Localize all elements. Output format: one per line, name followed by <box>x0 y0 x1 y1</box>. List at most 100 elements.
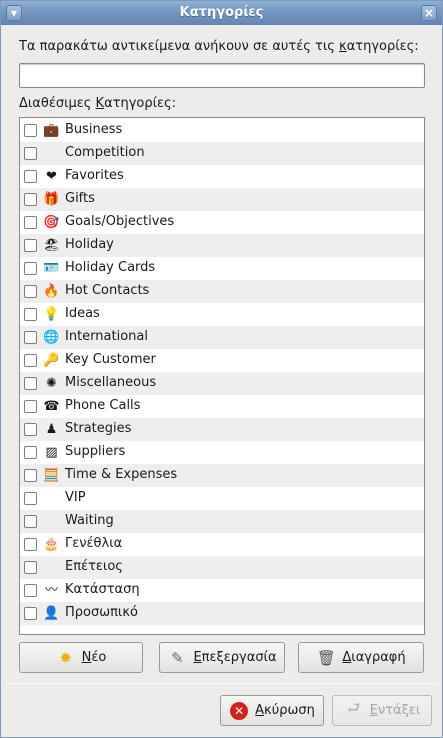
separator <box>5 683 438 684</box>
category-row[interactable]: ♟ Strategies <box>20 418 424 441</box>
edit-icon: ✎ <box>171 648 184 667</box>
ok-button[interactable]: ⮐ Εντάξει <box>332 695 432 726</box>
delete-button[interactable]: 🗑 Διαγραφή <box>298 642 424 673</box>
flame-icon: 🔥 <box>43 284 60 299</box>
calculator-icon: 🧮 <box>43 468 60 483</box>
category-row[interactable]: Competition <box>20 142 424 165</box>
lightbulb-icon: 💡 <box>43 307 60 322</box>
category-checkbox[interactable] <box>24 147 37 160</box>
category-checkbox[interactable] <box>24 515 37 528</box>
category-label: Holiday Cards <box>65 260 156 275</box>
new-button[interactable]: ✸ Νέο <box>19 642 143 673</box>
category-checkbox[interactable] <box>24 584 37 597</box>
category-row[interactable]: 🌐 International <box>20 326 424 349</box>
category-label: Waiting <box>65 513 114 528</box>
category-checkbox[interactable] <box>24 607 37 620</box>
cancel-icon: ✕ <box>229 701 249 721</box>
category-checkbox[interactable] <box>24 446 37 459</box>
category-checkbox[interactable] <box>24 193 37 206</box>
category-checkbox[interactable] <box>24 331 37 344</box>
globe-icon: 🌐 <box>43 330 60 345</box>
briefcase-icon: 💼 <box>43 123 60 138</box>
assigned-categories-label: Τα παρακάτω αντικείμενα ανήκουν σε αυτές… <box>19 39 419 54</box>
category-checkbox[interactable] <box>24 262 37 275</box>
category-label: Key Customer <box>65 352 156 367</box>
category-label: Hot Contacts <box>65 283 150 298</box>
cancel-button[interactable]: ✕ Ακύρωση <box>220 695 324 726</box>
category-checkbox[interactable] <box>24 469 37 482</box>
category-row[interactable]: 🪪 Holiday Cards <box>20 257 424 280</box>
category-checkbox[interactable] <box>24 124 37 137</box>
trash-icon: 🗑 <box>316 648 336 667</box>
ok-button-label: Εντάξει <box>369 703 421 718</box>
categories-dialog: ▾ Κατηγορίες × Τα παρακάτω αντικείμενα α… <box>0 0 443 738</box>
category-label: Time & Expenses <box>65 467 178 482</box>
category-label: Goals/Objectives <box>65 214 175 229</box>
category-row[interactable]: 💡 Ideas <box>20 303 424 326</box>
edit-button-label: Επεξεργασία <box>193 650 277 665</box>
category-checkbox[interactable] <box>24 308 37 321</box>
person-icon: 👤 <box>43 606 60 621</box>
category-label: Προσωπικό <box>65 605 138 620</box>
category-label: Strategies <box>65 421 132 436</box>
category-row[interactable]: 🎂 Γενέθλια <box>20 533 424 556</box>
categories-entry[interactable] <box>19 63 425 88</box>
category-checkbox[interactable] <box>24 538 37 551</box>
category-row[interactable]: ▨ Suppliers <box>20 441 424 464</box>
chess-piece-icon: ♟ <box>45 422 58 437</box>
category-row[interactable]: 🎯 Goals/Objectives <box>20 211 424 234</box>
heart-icon: ❤ <box>46 169 57 184</box>
gift-icon: 🎁 <box>43 192 60 207</box>
category-label: Holiday <box>65 237 114 252</box>
category-checkbox[interactable] <box>24 400 37 413</box>
category-row[interactable]: 🏖 Holiday <box>20 234 424 257</box>
category-row[interactable]: ❤ Favorites <box>20 165 424 188</box>
categories-list[interactable]: 💼 Business Competition ❤ Favorites 🎁 Gifts 🎯 Goa… <box>19 117 425 635</box>
delete-button-label: Διαγραφή <box>342 650 406 665</box>
category-label: Ideas <box>65 306 100 321</box>
category-label: Gifts <box>65 191 95 206</box>
new-category-icon: ✸ <box>59 648 72 667</box>
category-checkbox[interactable] <box>24 423 37 436</box>
category-label: Phone Calls <box>65 398 141 413</box>
title-bar[interactable]: ▾ Κατηγορίες × <box>1 1 442 25</box>
category-row[interactable]: 🎁 Gifts <box>20 188 424 211</box>
category-label: International <box>65 329 148 344</box>
category-label: Suppliers <box>65 444 126 459</box>
category-checkbox[interactable] <box>24 285 37 298</box>
crate-icon: ▨ <box>45 445 58 460</box>
cake-icon: 🎂 <box>43 537 60 552</box>
category-row[interactable]: 🔑 Key Customer <box>20 349 424 372</box>
category-row[interactable]: 💼 Business <box>20 119 424 142</box>
card-icon: 🪪 <box>43 261 60 276</box>
category-label: Business <box>65 122 123 137</box>
category-row[interactable]: 🔥 Hot Contacts <box>20 280 424 303</box>
close-button[interactable]: × <box>421 5 437 21</box>
pulse-icon: 〰 <box>44 583 58 598</box>
category-row[interactable]: 〰 Κατάσταση <box>20 579 424 602</box>
edit-button[interactable]: ✎ Επεξεργασία <box>159 642 285 673</box>
category-label: Επέτειος <box>65 559 123 574</box>
category-checkbox[interactable] <box>24 561 37 574</box>
category-row[interactable]: 👤 Προσωπικό <box>20 602 424 625</box>
category-checkbox[interactable] <box>24 377 37 390</box>
category-row[interactable]: Επέτειος <box>20 556 424 579</box>
window-menu-button[interactable]: ▾ <box>6 5 22 21</box>
target-icon: 🎯 <box>43 215 60 230</box>
window-title: Κατηγορίες <box>179 5 264 20</box>
category-label: Favorites <box>65 168 124 183</box>
category-row[interactable]: Waiting <box>20 510 424 533</box>
category-checkbox[interactable] <box>24 216 37 229</box>
category-checkbox[interactable] <box>24 170 37 183</box>
category-checkbox[interactable] <box>24 492 37 505</box>
holiday-icon: 🏖 <box>43 238 60 253</box>
category-row[interactable]: 🧮 Time & Expenses <box>20 464 424 487</box>
category-row[interactable]: ☎ Phone Calls <box>20 395 424 418</box>
category-label: VIP <box>65 490 86 505</box>
sun-icon: ✺ <box>46 376 57 391</box>
category-label: Competition <box>65 145 145 160</box>
category-checkbox[interactable] <box>24 354 37 367</box>
category-row[interactable]: VIP <box>20 487 424 510</box>
category-row[interactable]: ✺ Miscellaneous <box>20 372 424 395</box>
category-checkbox[interactable] <box>24 239 37 252</box>
